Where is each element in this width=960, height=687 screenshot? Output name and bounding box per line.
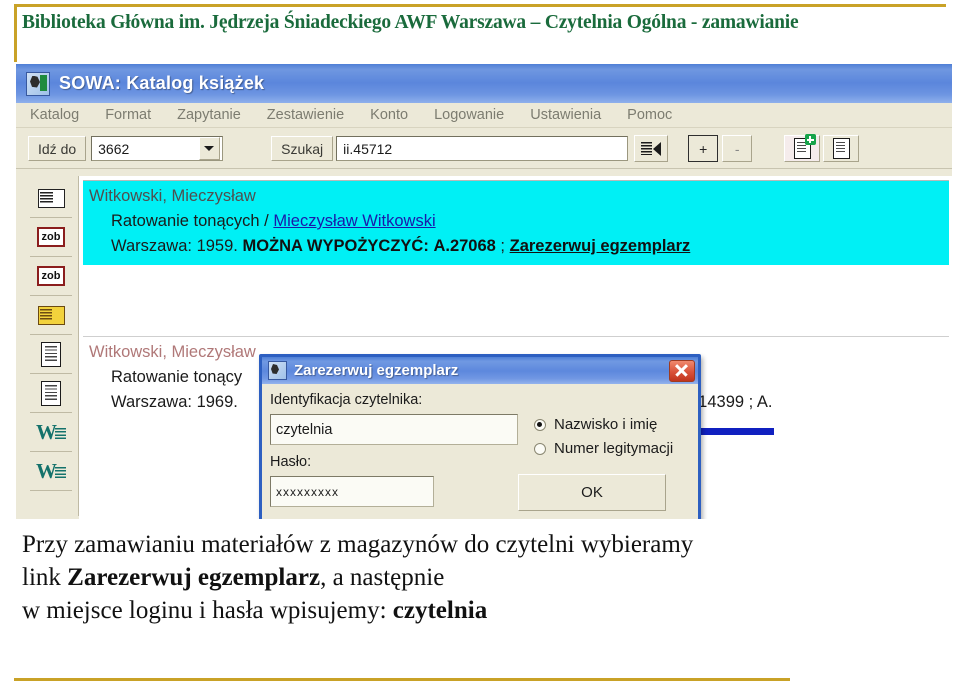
caption-line-1-text: Przy zamawianiu materiałów z magazynów d…: [22, 531, 694, 558]
card-records-yellow-icon: [37, 302, 68, 325]
menu-bar: Katalog Format Zapytanie Zestawienie Kon…: [16, 103, 952, 128]
caption-line-1: Przy zamawianiu materiałów z magazynów d…: [22, 528, 922, 561]
dialog-title: Zarezerwuj egzemplarz: [294, 362, 459, 379]
reader-id-input[interactable]: czytelnia: [270, 414, 518, 445]
record-separator: ;: [500, 237, 506, 255]
reserve-copy-dialog: Zarezerwuj egzemplarz Identyfikacja czyt…: [259, 354, 701, 519]
gold-rule-bottom: [14, 678, 790, 681]
zoom-out-button[interactable]: -: [722, 135, 753, 162]
record-imprint: Warszawa: 1959.: [111, 237, 238, 255]
search-input[interactable]: ii.45712: [336, 136, 629, 161]
side-icon-card-records-yellow[interactable]: [30, 296, 72, 335]
app-window-screenshot: SOWA: Katalog książek Katalog Format Zap…: [16, 64, 952, 519]
record-title-2: Ratowanie tonący: [111, 368, 243, 386]
record-signature: A.27068: [433, 237, 496, 255]
plus-badge-icon: [804, 134, 816, 145]
caption-line-2-post: , a następnie: [320, 564, 445, 591]
record-imprint-line: Warszawa: 1959. MOŻNA WYPOŻYCZYĆ: A.2706…: [89, 234, 943, 259]
caption-line-2-bold: Zarezerwuj egzemplarz: [67, 564, 321, 591]
menu-item-katalog[interactable]: Katalog: [30, 107, 79, 123]
chevron-down-icon[interactable]: [199, 137, 221, 160]
close-icon[interactable]: [669, 359, 695, 382]
sowa-app-icon: [26, 71, 50, 96]
document-copy-icon: [832, 138, 850, 159]
jump-to-list-button[interactable]: [634, 135, 669, 162]
document-plus-icon: [793, 134, 816, 159]
zoom-in-button[interactable]: +: [688, 135, 719, 162]
side-icon-page-2[interactable]: [30, 374, 72, 413]
triangle-left-icon: [653, 141, 662, 156]
record-author: Witkowski, Mieczysław: [89, 187, 256, 205]
side-icon-page-1[interactable]: [30, 335, 72, 374]
document-page-icon-2: [41, 380, 61, 406]
dialog-body: Identyfikacja czytelnika: czytelnia Nazw…: [262, 384, 698, 519]
reader-id-label: Identyfikacja czytelnika:: [270, 392, 423, 408]
goto-button[interactable]: Idź do: [28, 136, 87, 161]
radio-option-card-label: Numer legitymacji: [554, 440, 674, 457]
caption-text: Przy zamawianiu materiałów z magazynów d…: [22, 528, 922, 627]
caption-line-3-bold: czytelnia: [392, 597, 488, 624]
record-imprint-2: Warszawa: 1969.: [111, 393, 238, 411]
goto-combo-value: 3662: [98, 140, 130, 157]
dialog-app-icon: [268, 361, 287, 380]
password-label: Hasło:: [270, 454, 312, 470]
reserve-copy-link[interactable]: Zarezerwuj egzemplarz: [510, 237, 691, 255]
ok-button[interactable]: OK: [518, 474, 666, 511]
menu-item-konto[interactable]: Konto: [370, 107, 408, 123]
side-icon-strip: zob zob W W: [24, 176, 79, 516]
zob-red-icon: zob: [37, 227, 65, 247]
menu-item-zestawienie[interactable]: Zestawienie: [267, 107, 344, 123]
record-title-line: Ratowanie tonących / Mieczysław Witkowsk…: [89, 209, 943, 234]
app-titlebar: SOWA: Katalog książek: [16, 64, 952, 103]
dialog-titlebar: Zarezerwuj egzemplarz: [262, 357, 698, 384]
goto-combo[interactable]: 3662: [91, 136, 224, 161]
menu-item-ustawienia[interactable]: Ustawienia: [530, 107, 601, 123]
word-document-icon: W: [36, 422, 66, 443]
document-page-icon: [41, 341, 61, 367]
word-document-icon-2: W: [36, 461, 66, 482]
record-availability: MOŻNA WYPOŻYCZYĆ:: [242, 237, 429, 255]
side-icon-zob-1[interactable]: zob: [30, 218, 72, 257]
caption-line-3: w miejsce loginu i hasła wpisujemy: czyt…: [22, 594, 922, 627]
caption-line-2-pre: link: [22, 564, 68, 591]
gold-rule-top: [14, 4, 946, 7]
new-record-button[interactable]: [784, 134, 821, 162]
slide-canvas: Biblioteka Główna im. Jędrzeja Śniadecki…: [0, 0, 960, 687]
record-author-link[interactable]: Mieczysław Witkowski: [273, 212, 435, 230]
radio-selected-icon: [534, 418, 546, 431]
caption-line-3-pre: w miejsce loginu i hasła wpisujemy:: [22, 597, 393, 624]
password-input[interactable]: xxxxxxxxx: [270, 476, 434, 507]
side-icon-word-1[interactable]: W: [30, 413, 72, 452]
menu-item-logowanie[interactable]: Logowanie: [434, 107, 504, 123]
card-records-icon: [37, 185, 68, 208]
side-icon-zob-2[interactable]: zob: [30, 257, 72, 296]
gold-rule-left: [14, 4, 17, 62]
caption-line-2: link Zarezerwuj egzemplarz, a następnie: [22, 561, 922, 594]
copy-record-button[interactable]: [823, 135, 860, 162]
side-icon-card-records[interactable]: [30, 179, 72, 218]
radio-option-card[interactable]: Numer legitymacji: [534, 440, 673, 457]
page-title: Biblioteka Główna im. Jędrzeja Śniadecki…: [22, 12, 799, 33]
zob-red-icon-2: zob: [37, 266, 65, 286]
radio-option-name[interactable]: Nazwisko i imię: [534, 416, 657, 433]
menu-item-format[interactable]: Format: [105, 107, 151, 123]
list-lines-icon: [641, 142, 653, 155]
app-title: SOWA: Katalog książek: [59, 73, 265, 93]
search-button[interactable]: Szukaj: [271, 136, 334, 161]
radio-unselected-icon: [534, 442, 546, 455]
record-title: Ratowanie tonących /: [111, 212, 269, 230]
result-record-selected[interactable]: Witkowski, Mieczysław Ratowanie tonących…: [83, 180, 949, 265]
menu-item-pomoc[interactable]: Pomoc: [627, 107, 672, 123]
menu-item-zapytanie[interactable]: Zapytanie: [177, 107, 241, 123]
side-icon-word-2[interactable]: W: [30, 452, 72, 491]
toolbar: Idź do 3662 Szukaj ii.45712 + -: [16, 129, 952, 169]
radio-option-name-label: Nazwisko i imię: [554, 416, 658, 433]
